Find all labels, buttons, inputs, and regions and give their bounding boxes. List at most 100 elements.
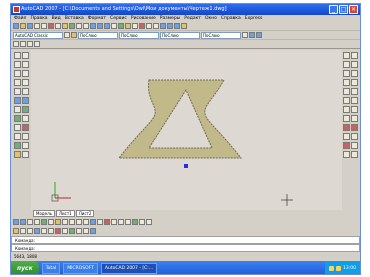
taskbar-item-microsoft[interactable]: MICROSOFT	[63, 263, 98, 274]
zoom-window-icon[interactable]	[104, 23, 110, 29]
menu-file[interactable]: Файл	[14, 15, 26, 22]
make-block-icon[interactable]	[21, 97, 29, 104]
menu-express[interactable]: Express	[245, 15, 263, 22]
extend-icon[interactable]	[342, 97, 350, 104]
3d-orbit-icon[interactable]	[41, 218, 47, 225]
leader-icon[interactable]	[34, 227, 40, 234]
styles-icon[interactable]	[249, 32, 255, 38]
zoom-icon[interactable]	[342, 151, 350, 158]
markup-icon[interactable]	[146, 23, 152, 29]
tolerance-icon[interactable]	[41, 227, 47, 234]
properties-icon[interactable]	[118, 23, 124, 29]
light-icon[interactable]	[55, 218, 61, 225]
extrude-icon[interactable]	[118, 218, 124, 225]
tool-palettes-icon[interactable]	[132, 23, 138, 29]
center-mark-icon[interactable]	[48, 227, 54, 234]
dim-baseline-icon[interactable]	[20, 227, 26, 234]
ortho-icon[interactable]	[13, 218, 19, 225]
undo-icon[interactable]	[76, 23, 82, 29]
dim-aligned-icon[interactable]	[20, 41, 26, 47]
view-front-icon[interactable]	[76, 218, 82, 225]
close-button[interactable]: ✕	[349, 5, 358, 14]
view-top-icon[interactable]	[69, 218, 75, 225]
dim-linear-icon[interactable]	[13, 41, 19, 47]
drawing-area[interactable]	[31, 50, 342, 210]
boundary-icon[interactable]	[13, 142, 21, 149]
zoom-previous-icon[interactable]	[111, 23, 117, 29]
list-icon[interactable]	[83, 227, 89, 234]
open-icon[interactable]	[20, 23, 26, 29]
material-icon[interactable]	[62, 218, 68, 225]
match-properties-icon[interactable]	[69, 23, 75, 29]
view-left-icon[interactable]	[83, 218, 89, 225]
insert-block-icon[interactable]	[13, 97, 21, 104]
view-iso-icon[interactable]	[90, 218, 96, 225]
rectangle-icon[interactable]	[13, 70, 21, 77]
start-button[interactable]: пуск	[11, 261, 39, 274]
render-icon[interactable]	[48, 218, 54, 225]
intersect-icon[interactable]	[146, 218, 152, 225]
move-icon[interactable]	[350, 70, 358, 77]
snap-icon[interactable]	[27, 218, 33, 225]
explode-icon[interactable]	[350, 115, 358, 122]
workspace-combo[interactable]: AutoCAD Classic	[13, 31, 63, 39]
osnap-midpoint-icon[interactable]	[350, 124, 358, 131]
tab-layout1[interactable]: Лист1	[56, 210, 75, 217]
visual-style-icon[interactable]	[97, 218, 103, 225]
help-icon[interactable]	[181, 23, 187, 29]
preview-icon[interactable]	[41, 23, 47, 29]
print-icon[interactable]	[34, 23, 40, 29]
paste-icon[interactable]	[62, 23, 68, 29]
text-style-icon[interactable]	[160, 23, 166, 29]
menu-edit[interactable]: Правка	[30, 15, 47, 22]
menu-insert[interactable]: Вставка	[65, 15, 84, 22]
revision-cloud-icon[interactable]	[21, 79, 29, 86]
mirror-icon[interactable]	[342, 61, 350, 68]
dim-edit-icon[interactable]	[55, 227, 61, 234]
command-line-1[interactable]: Команда:	[11, 236, 360, 244]
construction-line-icon[interactable]	[21, 52, 29, 59]
union-icon[interactable]	[132, 218, 138, 225]
tray-network-icon[interactable]	[329, 266, 335, 271]
taskbar-item-total[interactable]: Total	[41, 263, 61, 274]
trim-icon[interactable]	[350, 88, 358, 95]
command-line-2[interactable]: Команда:	[11, 244, 360, 252]
cut-icon[interactable]	[48, 23, 54, 29]
table-style-icon[interactable]	[174, 23, 180, 29]
maximize-button[interactable]: □	[339, 5, 348, 14]
layer-manager-icon[interactable]	[71, 32, 77, 38]
osnap-endpoint-icon[interactable]	[342, 124, 350, 131]
hourglass-shape[interactable]	[117, 79, 243, 159]
ucs-icon[interactable]	[13, 133, 21, 140]
linetype-combo[interactable]: ПоСлою	[160, 31, 200, 39]
chamfer-icon[interactable]	[350, 106, 358, 113]
polygon-icon[interactable]	[21, 61, 29, 68]
menu-dimension[interactable]: Размеры	[160, 15, 180, 22]
redo-icon[interactable]	[83, 23, 89, 29]
region-icon[interactable]	[21, 115, 29, 122]
sheet-set-icon[interactable]	[139, 23, 145, 29]
line-icon[interactable]	[13, 52, 21, 59]
osnap-node-icon[interactable]	[350, 133, 358, 140]
taskbar-item-autocad[interactable]: AutoCAD 2007 - [C:...	[100, 263, 158, 274]
subtract-icon[interactable]	[139, 218, 145, 225]
rotate-icon[interactable]	[342, 79, 350, 86]
gradient-icon[interactable]	[13, 115, 21, 122]
spline-icon[interactable]	[13, 88, 21, 95]
new-icon[interactable]	[13, 23, 19, 29]
dim-icon[interactable]	[13, 227, 19, 234]
menu-modify[interactable]: Редакт	[184, 15, 201, 22]
area-icon[interactable]	[76, 227, 82, 234]
calculator-icon[interactable]	[153, 23, 159, 29]
copy-icon[interactable]	[350, 52, 358, 59]
wipeout-icon[interactable]	[21, 142, 29, 149]
solid-box-icon[interactable]	[104, 218, 110, 225]
mtext-icon[interactable]	[21, 124, 29, 131]
donut-icon[interactable]	[21, 151, 29, 158]
tray-volume-icon[interactable]	[336, 266, 342, 271]
menu-view[interactable]: Вид	[52, 15, 61, 22]
stretch-icon[interactable]	[342, 88, 350, 95]
point-icon[interactable]	[13, 106, 21, 113]
color-combo[interactable]: ПоСлою	[119, 31, 159, 39]
osnap-intersection-icon[interactable]	[342, 142, 350, 149]
